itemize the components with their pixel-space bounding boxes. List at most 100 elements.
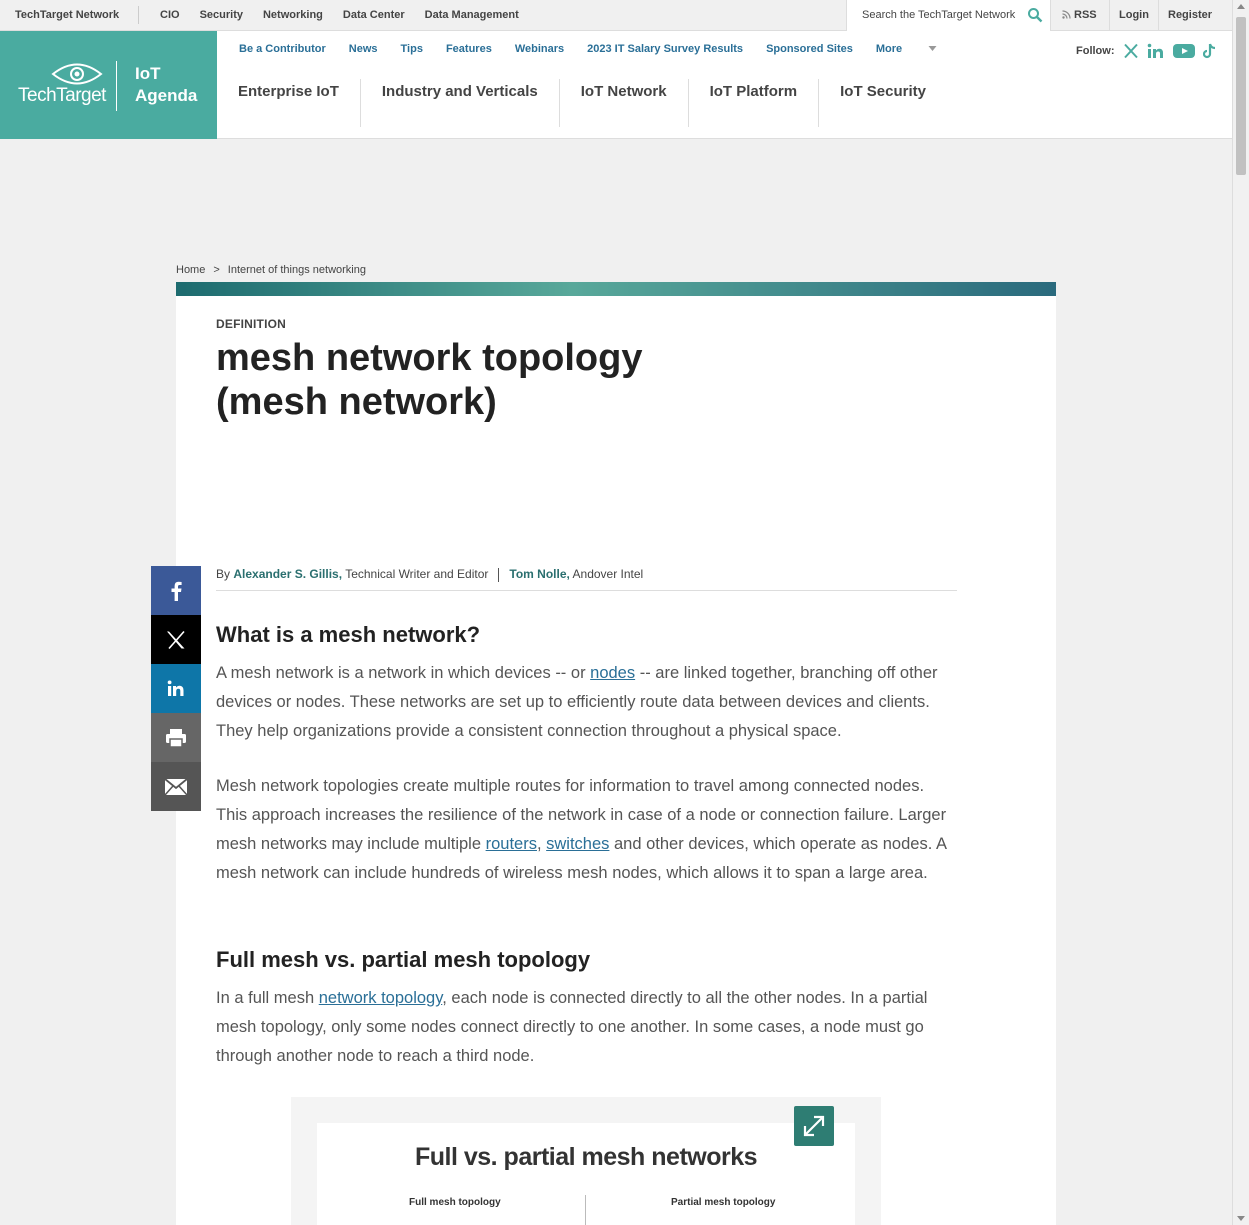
x-icon: [167, 630, 185, 649]
techtarget-eye-icon: [51, 63, 103, 85]
figure-image: Full vs. partial mesh networks Full mesh…: [317, 1123, 855, 1225]
share-x-button[interactable]: [151, 615, 201, 664]
network-site-link[interactable]: Networking: [263, 9, 323, 21]
byline: By Alexander S. Gillis, Technical Writer…: [216, 567, 957, 591]
author-org: Andover Intel: [572, 567, 644, 581]
section-heading: Full mesh vs. partial mesh topology: [216, 947, 591, 972]
logo-site-line2: Agenda: [135, 86, 198, 105]
breadcrumb-current[interactable]: Internet of things networking: [228, 264, 366, 276]
author-role: Technical Writer and Editor: [345, 567, 489, 581]
network-brand-link[interactable]: TechTarget Network: [15, 9, 119, 21]
text: A mesh network is a network in which dev…: [216, 664, 591, 682]
network-site-link[interactable]: Security: [200, 9, 243, 21]
mainnav-item[interactable]: IoT Network: [560, 79, 689, 127]
article-kicker: DEFINITION: [216, 317, 286, 331]
scrollbar-thumb[interactable]: [1236, 17, 1246, 175]
byline-divider: [498, 567, 500, 582]
linkedin-icon: [167, 680, 184, 696]
network-sites: CIO Security Networking Data Center Data…: [160, 9, 539, 21]
share-email-button[interactable]: [151, 762, 201, 811]
search-icon[interactable]: [1027, 7, 1043, 23]
author-link[interactable]: Tom Nolle,: [509, 567, 569, 581]
logo-site-name: IoT Agenda: [135, 63, 197, 107]
search-input[interactable]: Search the TechTarget Network: [862, 9, 1015, 21]
rss-link[interactable]: RSS: [1062, 9, 1097, 21]
subnav-item[interactable]: Features: [446, 43, 492, 55]
logo-company: TechTarget: [18, 85, 106, 106]
logo-site-line1: IoT: [135, 64, 161, 83]
scroll-down-arrow-icon[interactable]: [1237, 1216, 1245, 1221]
expand-image-button[interactable]: [794, 1106, 834, 1146]
inline-link-nodes[interactable]: nodes: [590, 664, 635, 682]
subnav-item[interactable]: Tips: [401, 43, 423, 55]
subnav-item[interactable]: Sponsored Sites: [766, 43, 853, 55]
subnav-more-label: More: [875, 43, 903, 55]
network-site-link[interactable]: Data Center: [343, 9, 405, 21]
breadcrumb-home[interactable]: Home: [176, 264, 205, 276]
subnav-more[interactable]: More: [876, 43, 937, 55]
network-site-link[interactable]: Data Management: [425, 9, 519, 21]
register-link[interactable]: Register: [1168, 9, 1212, 21]
figure-label: Partial mesh topology: [671, 1197, 776, 1208]
share-bar: [151, 566, 201, 811]
divider: [138, 6, 139, 24]
page-scrollbar[interactable]: [1232, 0, 1249, 1225]
breadcrumb-separator: >: [213, 264, 220, 276]
share-linkedin-button[interactable]: [151, 664, 201, 713]
author-link[interactable]: Alexander S. Gillis,: [233, 567, 342, 581]
byline-by: By: [216, 567, 231, 581]
breadcrumb: Home > Internet of things networking: [176, 264, 366, 276]
mainnav-item[interactable]: Enterprise IoT: [217, 79, 361, 127]
print-button[interactable]: [151, 713, 201, 762]
sub-navigation: Be a Contributor News Tips Features Webi…: [239, 43, 960, 55]
article: DEFINITION mesh network topology (mesh n…: [176, 282, 1056, 1225]
login-link[interactable]: Login: [1119, 9, 1149, 21]
mainnav-item[interactable]: IoT Platform: [689, 79, 820, 127]
email-icon: [164, 777, 188, 795]
page-title: mesh network topology (mesh network): [216, 336, 816, 424]
figure-divider: [585, 1195, 586, 1225]
mainnav-item[interactable]: IoT Security: [819, 79, 947, 127]
inline-link-network-topology[interactable]: network topology: [319, 989, 443, 1007]
rss-label: RSS: [1074, 9, 1097, 21]
subnav-item[interactable]: 2023 IT Salary Survey Results: [587, 43, 743, 55]
network-search[interactable]: Search the TechTarget Network: [846, 0, 1051, 31]
site-header: TechTarget IoT Agenda Be a Contributor N…: [0, 31, 1232, 139]
text: In a full mesh: [216, 989, 319, 1007]
chevron-down-icon: [928, 46, 937, 51]
paragraph: Mesh network topologies create multiple …: [216, 772, 957, 888]
mainnav-item[interactable]: Industry and Verticals: [361, 79, 560, 127]
article-top-gradient: [176, 282, 1056, 296]
inline-link-routers[interactable]: routers: [486, 835, 537, 853]
article-figure: Full vs. partial mesh networks Full mesh…: [291, 1097, 881, 1225]
subnav-item[interactable]: News: [349, 43, 378, 55]
network-bar: TechTarget Network CIO Security Networki…: [0, 0, 1232, 31]
site-logo[interactable]: TechTarget IoT Agenda: [0, 31, 217, 139]
main-navigation: Enterprise IoT Industry and Verticals Io…: [217, 79, 947, 127]
share-facebook-button[interactable]: [151, 566, 201, 615]
linkedin-icon[interactable]: [1147, 43, 1165, 59]
youtube-icon[interactable]: [1172, 43, 1195, 59]
follow-bar: Follow:: [1076, 43, 1217, 59]
expand-icon: [803, 1115, 825, 1137]
network-site-link[interactable]: CIO: [160, 9, 180, 21]
follow-label: Follow:: [1076, 45, 1115, 57]
text: ,: [536, 835, 547, 853]
title-line: mesh network topology: [216, 337, 643, 379]
subnav-item[interactable]: Be a Contributor: [239, 43, 326, 55]
figure-label: Full mesh topology: [409, 1197, 501, 1208]
x-icon[interactable]: [1123, 43, 1139, 59]
section-heading: What is a mesh network?: [216, 622, 481, 647]
logo-divider: [116, 61, 117, 111]
rss-icon: [1062, 10, 1071, 19]
paragraph: In a full mesh network topology, each no…: [216, 984, 957, 1071]
scroll-up-arrow-icon[interactable]: [1237, 4, 1245, 9]
title-line: (mesh network): [216, 381, 497, 423]
inline-link-switches[interactable]: switches: [546, 835, 609, 853]
divider: [1158, 0, 1159, 31]
divider: [1109, 0, 1110, 31]
paragraph: A mesh network is a network in which dev…: [216, 659, 957, 746]
tiktok-icon[interactable]: [1202, 43, 1217, 59]
facebook-icon: [171, 581, 182, 601]
subnav-item[interactable]: Webinars: [515, 43, 564, 55]
